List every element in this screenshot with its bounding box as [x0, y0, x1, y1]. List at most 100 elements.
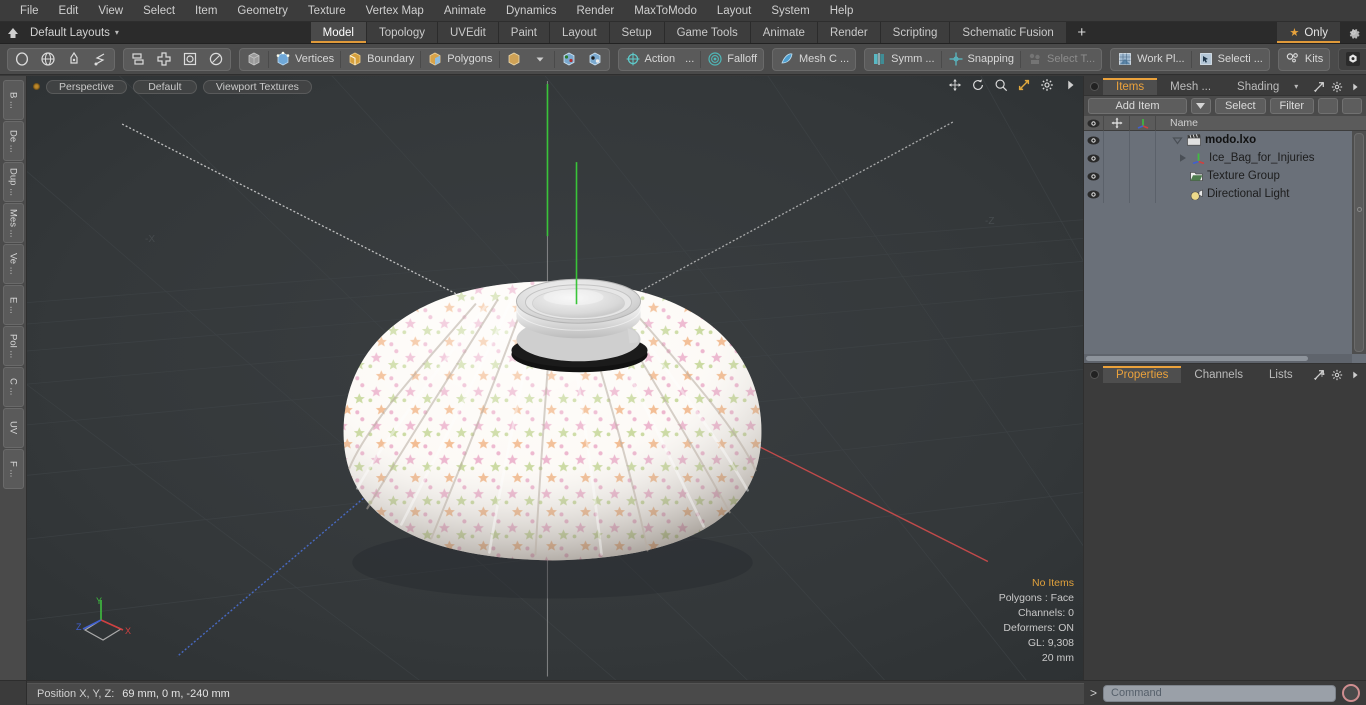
filter-button[interactable]: Filter: [1269, 98, 1314, 114]
viewport-shading-selector[interactable]: Default: [132, 79, 197, 94]
viewport-textures-selector[interactable]: Viewport Textures: [202, 79, 312, 94]
viewport-projection-selector[interactable]: Perspective: [46, 79, 127, 94]
menu-item-vertex-map[interactable]: Vertex Map: [356, 2, 434, 20]
zoom-icon[interactable]: [994, 78, 1008, 92]
funnel-icon[interactable]: [1342, 98, 1362, 114]
visibility-toggle[interactable]: [1084, 167, 1104, 185]
pan-icon[interactable]: [948, 78, 962, 92]
item-mode-button[interactable]: [501, 49, 527, 70]
list-options-icon[interactable]: [1318, 98, 1338, 114]
axis-cell[interactable]: [1130, 131, 1156, 149]
ellipse-tool-button[interactable]: [9, 49, 35, 70]
expand-triangle-icon[interactable]: [1172, 135, 1183, 146]
panel-menu-dot[interactable]: [1091, 83, 1098, 90]
select-through-dim-button[interactable]: Select T...: [1022, 49, 1100, 70]
gear-icon[interactable]: [1331, 81, 1343, 93]
axis-cell[interactable]: [1130, 185, 1156, 203]
menu-item-maxtomodo[interactable]: MaxToModo: [624, 2, 707, 20]
left-tab-curve[interactable]: C ...: [2, 367, 24, 407]
cube-gray-icon-button[interactable]: [241, 49, 267, 70]
tab-topology[interactable]: Topology: [366, 22, 438, 43]
tree-item-ice-bag[interactable]: Ice_Bag_for_Injuries: [1156, 152, 1314, 164]
tree-item-texture-group[interactable]: Texture Group: [1156, 170, 1280, 182]
unity-icon-button[interactable]: [1340, 49, 1366, 70]
visibility-toggle[interactable]: [1084, 185, 1104, 203]
action-ellipsis-button[interactable]: ...: [680, 49, 699, 70]
tab-setup[interactable]: Setup: [609, 22, 665, 43]
menu-item-layout[interactable]: Layout: [707, 2, 762, 20]
vertices-mode-button[interactable]: Vertices: [270, 49, 339, 70]
tab-items[interactable]: Items: [1103, 78, 1158, 95]
left-tab-edge[interactable]: E ...: [2, 285, 24, 325]
expand-icon[interactable]: [1313, 369, 1325, 381]
menu-item-animate[interactable]: Animate: [434, 2, 496, 20]
left-tab-vertex[interactable]: Ve ...: [2, 244, 24, 284]
kits-button[interactable]: Kits: [1280, 49, 1328, 70]
visibility-toggle[interactable]: [1084, 131, 1104, 149]
axis-cell[interactable]: [1130, 149, 1156, 167]
chevron-down-icon[interactable]: ▾: [1294, 82, 1298, 91]
left-tab-polygon[interactable]: Pol ...: [2, 326, 24, 366]
tab-lists[interactable]: Lists: [1256, 366, 1306, 383]
menu-item-help[interactable]: Help: [820, 2, 864, 20]
menu-item-item[interactable]: Item: [185, 2, 227, 20]
selection-sets-button[interactable]: Selecti ...: [1193, 49, 1268, 70]
table-row[interactable]: modo.lxo: [1084, 131, 1366, 149]
layout-selector[interactable]: Default Layouts ▾: [26, 22, 129, 43]
tab-animate[interactable]: Animate: [750, 22, 818, 43]
boundary-mode-button[interactable]: Boundary: [342, 49, 419, 70]
left-tab-uv[interactable]: UV: [2, 408, 24, 448]
table-row[interactable]: Ice_Bag_for_Injuries: [1084, 149, 1366, 167]
menu-item-geometry[interactable]: Geometry: [227, 2, 298, 20]
table-row[interactable]: Directional Light: [1084, 185, 1366, 203]
tab-layout[interactable]: Layout: [550, 22, 610, 43]
play-arrow-icon[interactable]: [1063, 78, 1077, 92]
rotate-tool-button[interactable]: [203, 49, 229, 70]
menu-item-edit[interactable]: Edit: [49, 2, 89, 20]
chevron-down-icon[interactable]: [527, 49, 553, 70]
tab-render[interactable]: Render: [817, 22, 881, 43]
tree-root-row[interactable]: modo.lxo: [1156, 134, 1256, 146]
tree-item-directional-light[interactable]: Directional Light: [1156, 188, 1289, 200]
tab-schematic-fusion[interactable]: Schematic Fusion: [950, 22, 1067, 43]
add-item-button[interactable]: Add Item: [1088, 98, 1187, 114]
tab-uvedit[interactable]: UVEdit: [437, 22, 499, 43]
tab-properties[interactable]: Properties: [1103, 366, 1182, 383]
only-toggle[interactable]: ★ Only: [1277, 22, 1341, 43]
tab-game-tools[interactable]: Game Tools: [664, 22, 751, 43]
item-tree-horizontal-scrollbar[interactable]: [1084, 354, 1352, 363]
tab-shading[interactable]: Shading: [1224, 78, 1292, 95]
tab-mesh[interactable]: Mesh ...: [1157, 78, 1224, 95]
item-tree-vertical-scrollbar[interactable]: [1352, 131, 1366, 354]
menu-item-texture[interactable]: Texture: [298, 2, 356, 20]
play-arrow-icon[interactable]: [1349, 81, 1361, 93]
work-plane-button[interactable]: Work Pl...: [1112, 49, 1189, 70]
sphere-tool-button[interactable]: [35, 49, 61, 70]
properties-menu-dot[interactable]: [1091, 371, 1098, 378]
falloff-button[interactable]: Falloff: [702, 49, 762, 70]
menu-item-render[interactable]: Render: [566, 2, 624, 20]
rotate-view-icon[interactable]: [971, 78, 985, 92]
home-icon[interactable]: [0, 22, 26, 43]
viewport-menu-dot[interactable]: [33, 83, 40, 90]
select-button[interactable]: Select: [1214, 98, 1266, 114]
gear-icon[interactable]: [1331, 369, 1343, 381]
tab-paint[interactable]: Paint: [498, 22, 550, 43]
select-through-button[interactable]: [556, 49, 582, 70]
visibility-toggle[interactable]: [1084, 149, 1104, 167]
add-item-dropdown[interactable]: [1190, 98, 1211, 114]
polygons-mode-button[interactable]: Polygons: [422, 49, 497, 70]
mesh-constraint-button[interactable]: Mesh C ...: [774, 49, 854, 70]
lock-cell[interactable]: [1104, 149, 1130, 167]
axis-cell[interactable]: [1130, 167, 1156, 185]
viewport-gear-icon[interactable]: [1040, 78, 1054, 92]
menu-item-view[interactable]: View: [88, 2, 133, 20]
action-center-button[interactable]: Action: [620, 49, 681, 70]
record-circle-icon[interactable]: [1342, 684, 1360, 702]
left-tab-deform[interactable]: De ...: [2, 121, 24, 161]
align-tool-button[interactable]: [125, 49, 151, 70]
lock-cell[interactable]: [1104, 167, 1130, 185]
menu-item-dynamics[interactable]: Dynamics: [496, 2, 566, 20]
snapping-button[interactable]: Snapping: [943, 49, 1020, 70]
curve-tool-button[interactable]: [87, 49, 113, 70]
